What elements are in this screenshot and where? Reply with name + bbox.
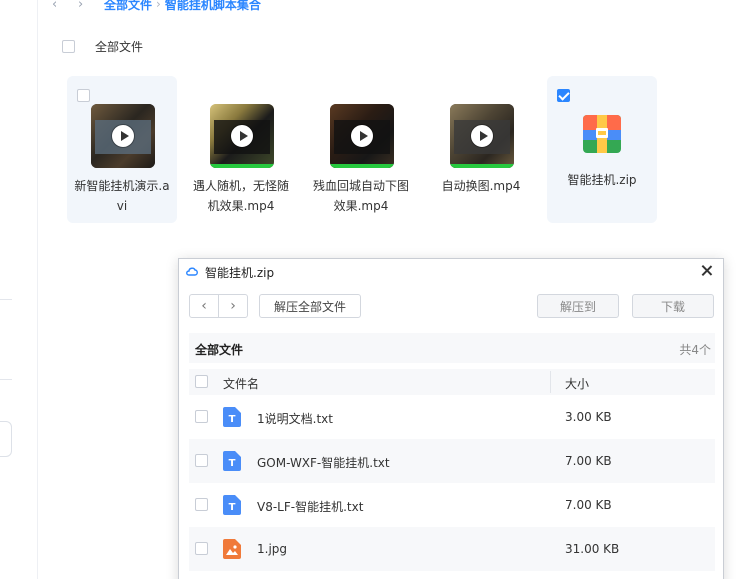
play-icon	[351, 125, 373, 147]
file-tile[interactable]: 新智能挂机演示.avi	[67, 76, 177, 223]
select-all-label: 全部文件	[95, 40, 144, 54]
row-checkbox[interactable]	[195, 410, 208, 423]
dialog-toolbar: ‹ › 解压全部文件 解压到 下载	[189, 294, 715, 318]
svg-text:T: T	[229, 458, 236, 469]
play-icon	[471, 125, 493, 147]
file-tile[interactable]: 残血回城自动下图效果.mp4	[306, 76, 416, 223]
txt-file-icon: T	[223, 451, 241, 471]
row-file-size: 7.00 KB	[565, 498, 612, 512]
file-checkbox[interactable]	[77, 89, 90, 102]
video-thumbnail	[330, 104, 394, 168]
cloud-drive-icon	[186, 267, 198, 276]
row-checkbox[interactable]	[195, 542, 208, 555]
select-all-files-checkbox[interactable]	[195, 375, 208, 388]
row-file-size: 7.00 KB	[565, 454, 612, 468]
txt-file-icon: T	[223, 407, 241, 427]
table-row[interactable]: T GOM-WXF-智能挂机.txt 7.00 KB	[189, 439, 715, 483]
zip-preview-dialog: 智能挂机.zip ‹ › 解压全部文件 解压到 下载 全部文件 共4个 文件名 …	[178, 258, 724, 579]
select-all-row: 全部文件	[62, 38, 143, 55]
chevron-right-icon[interactable]: ›	[78, 0, 104, 12]
file-name: 遇人随机，无怪随机效果.mp4	[192, 179, 289, 213]
row-file-name: 1说明文档.txt	[257, 412, 333, 426]
sidebar-panel-edge[interactable]	[0, 421, 12, 457]
chevron-left-icon: ‹	[201, 298, 207, 314]
dialog-title: 智能挂机.zip	[205, 265, 275, 280]
file-manager-page: ‹ › 全部文件 › 智能挂机脚本集合 全部文件 新智能挂机演示.avi 遇人随…	[0, 0, 749, 579]
svg-text:T: T	[229, 414, 236, 425]
breadcrumb: ‹ › 全部文件 › 智能挂机脚本集合	[52, 0, 261, 14]
file-checkbox[interactable]	[557, 89, 570, 102]
image-file-icon	[223, 539, 241, 559]
download-button[interactable]: 下载	[632, 294, 714, 318]
file-tile[interactable]: 自动换图.mp4	[426, 76, 536, 223]
chevron-left-icon[interactable]: ‹	[52, 0, 78, 12]
row-file-name: V8-LF-智能挂机.txt	[257, 500, 364, 514]
extract-all-button[interactable]: 解压全部文件	[259, 294, 361, 318]
row-file-name: 1.jpg	[257, 542, 288, 556]
table-row[interactable]: 1.jpg 31.00 KB	[189, 527, 715, 571]
breadcrumb-root[interactable]: 全部文件	[104, 0, 152, 13]
file-name: 自动换图.mp4	[441, 179, 521, 193]
table-header: 文件名 大小	[189, 369, 715, 395]
column-header-name[interactable]: 文件名	[223, 375, 259, 392]
play-icon	[231, 125, 253, 147]
svg-text:T: T	[229, 502, 236, 513]
close-icon[interactable]	[699, 263, 715, 279]
row-file-size: 31.00 KB	[565, 542, 620, 556]
video-thumbnail	[450, 104, 514, 168]
column-header-size[interactable]: 大小	[565, 375, 589, 392]
video-thumbnail	[91, 104, 155, 168]
section-title: 全部文件	[195, 343, 244, 357]
file-name: 残血回城自动下图效果.mp4	[312, 179, 409, 213]
sidebar	[0, 0, 38, 579]
file-count: 共4个	[679, 343, 711, 357]
video-thumbnail	[210, 104, 274, 168]
table-row[interactable]: T 1说明文档.txt 3.00 KB	[189, 395, 715, 439]
txt-file-icon: T	[223, 495, 241, 515]
row-file-name: GOM-WXF-智能挂机.txt	[257, 456, 390, 470]
row-checkbox[interactable]	[195, 454, 208, 467]
breadcrumb-separator: ›	[156, 0, 161, 11]
dialog-titlebar: 智能挂机.zip	[179, 259, 723, 285]
row-checkbox[interactable]	[195, 498, 208, 511]
table-row[interactable]: T V8-LF-智能挂机.txt 7.00 KB	[189, 483, 715, 527]
breadcrumb-current: 智能挂机脚本集合	[164, 0, 261, 12]
chevron-right-icon: ›	[230, 298, 236, 314]
zip-archive-icon	[583, 115, 621, 153]
column-divider[interactable]	[550, 371, 551, 393]
file-tile[interactable]: 智能挂机.zip	[547, 76, 657, 223]
forward-button[interactable]: ›	[218, 294, 248, 318]
select-all-checkbox[interactable]	[62, 40, 75, 53]
row-file-size: 3.00 KB	[565, 410, 612, 424]
sidebar-divider	[0, 379, 12, 380]
file-name: 新智能挂机演示.avi	[74, 179, 170, 213]
extract-to-button[interactable]: 解压到	[537, 294, 619, 318]
dialog-section-header: 全部文件 共4个	[189, 333, 715, 363]
sidebar-divider	[0, 299, 12, 300]
file-tile[interactable]: 遇人随机，无怪随机效果.mp4	[186, 76, 296, 223]
file-name: 智能挂机.zip	[567, 173, 637, 187]
play-icon	[112, 125, 134, 147]
back-button[interactable]: ‹	[189, 294, 219, 318]
